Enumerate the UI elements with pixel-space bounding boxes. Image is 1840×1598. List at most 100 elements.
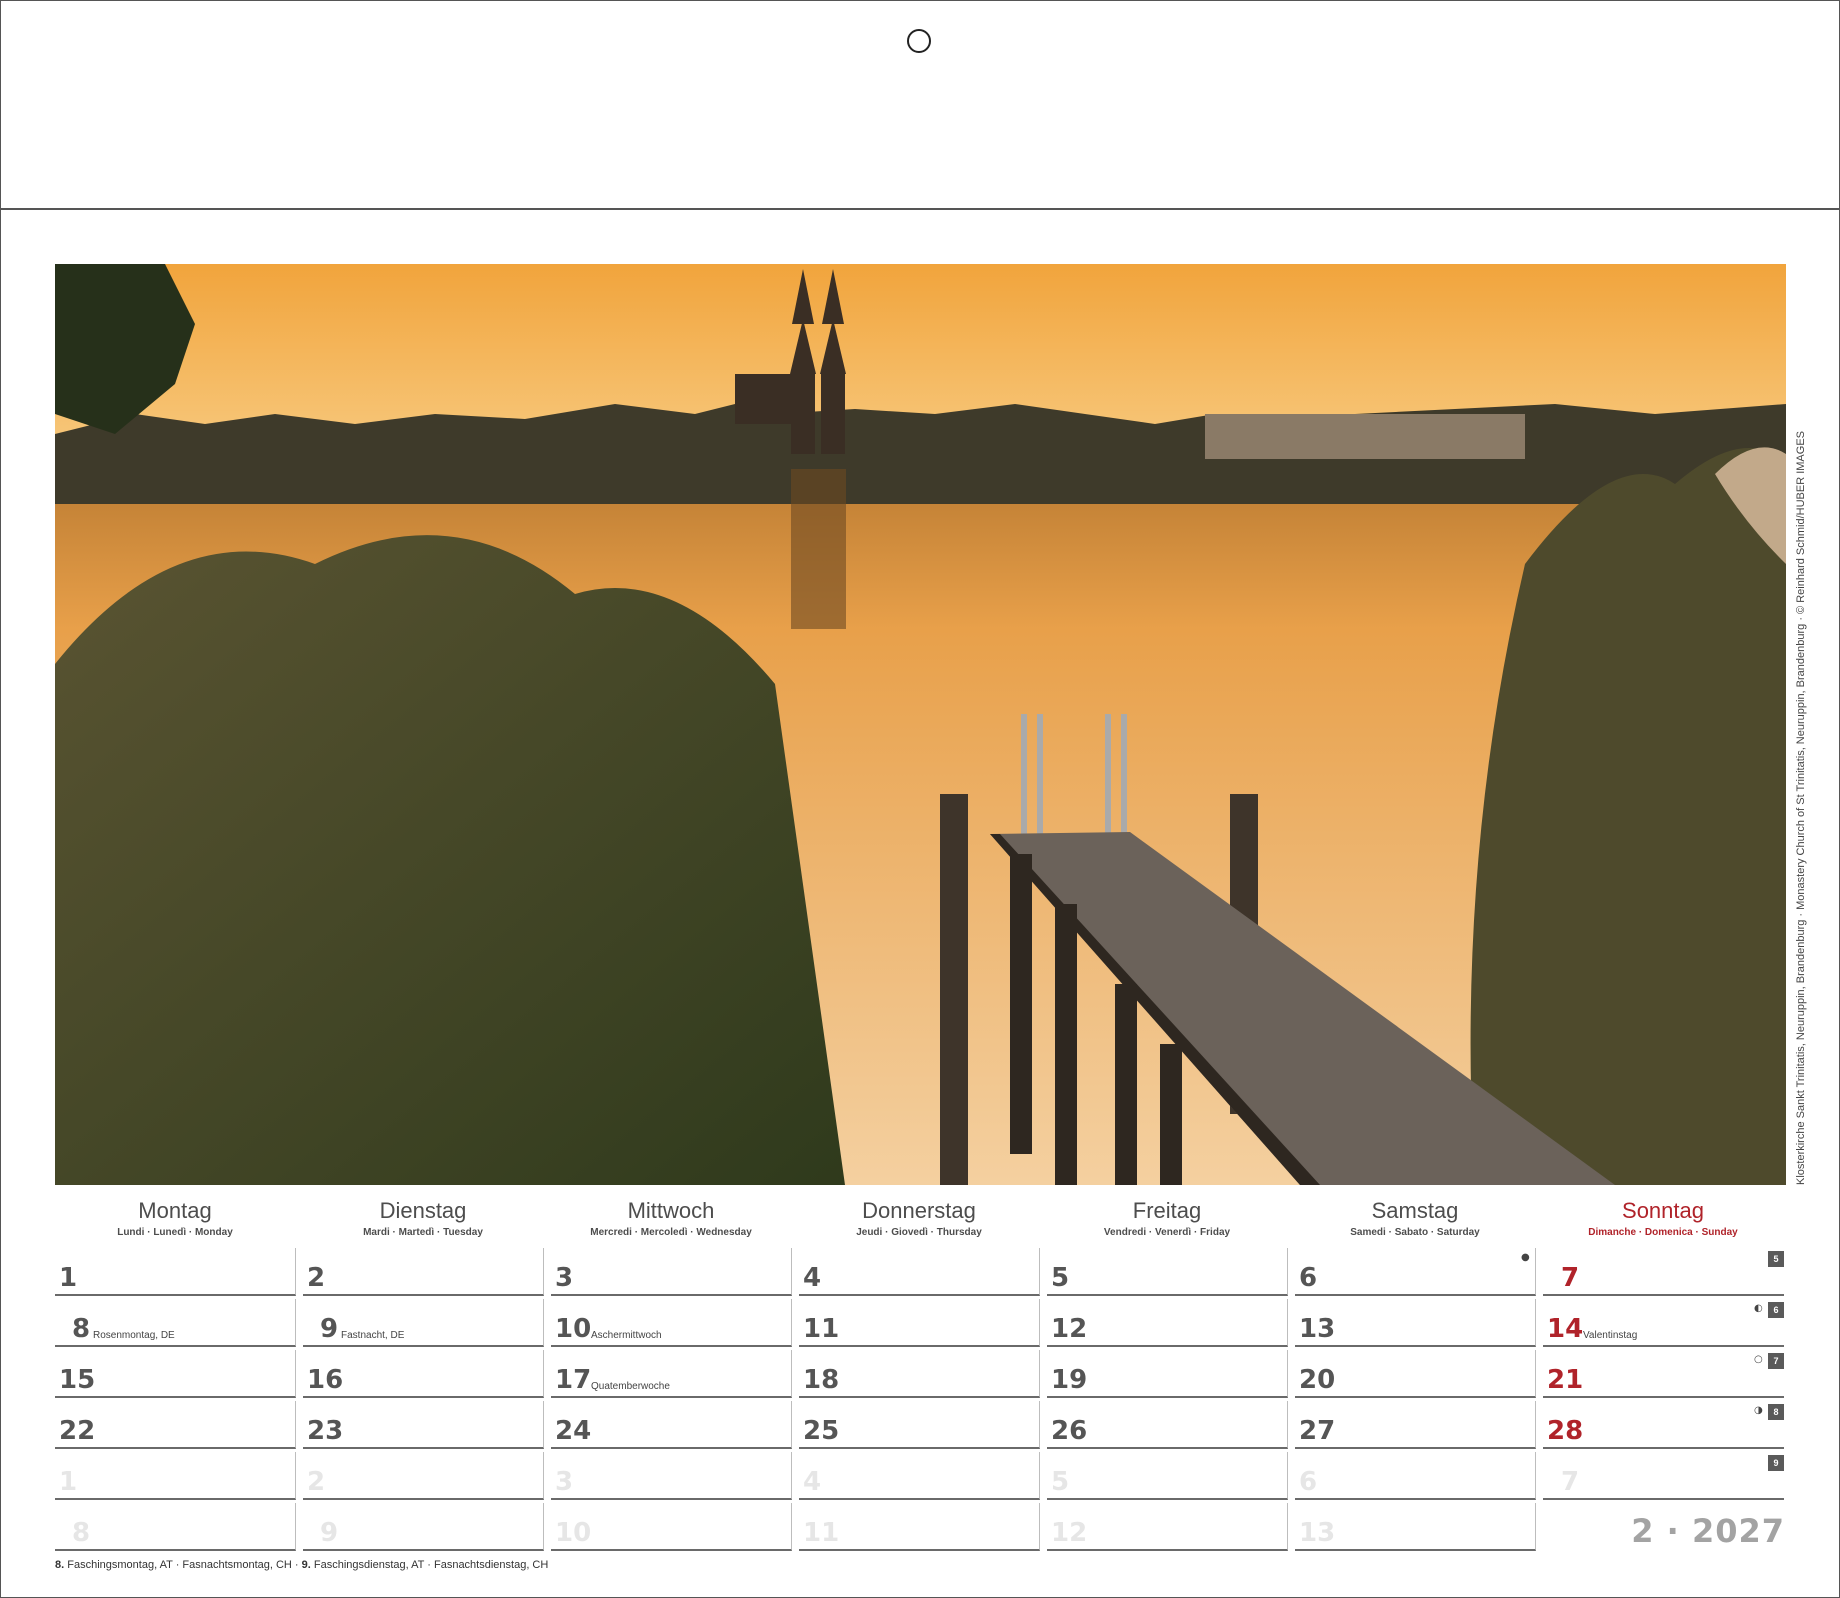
day-number: 11 bbox=[803, 1314, 840, 1344]
last-quarter-moon-icon: ◑ bbox=[1754, 1405, 1763, 1416]
day-number: 6 bbox=[1299, 1467, 1318, 1497]
day-cell-next-month: 79 bbox=[1543, 1452, 1784, 1500]
day-number: 7 bbox=[1561, 1467, 1580, 1497]
day-cell[interactable]: 28 ◑ 8 bbox=[1543, 1401, 1784, 1449]
day-cell-next-month: 8 bbox=[55, 1503, 296, 1551]
day-number: 9 bbox=[320, 1314, 339, 1344]
weekday-header-wednesday: Mittwoch Mercredi · Mercoledì · Wednesda… bbox=[551, 1196, 791, 1238]
day-cell-next-month: 2 bbox=[303, 1452, 544, 1500]
footnote-text: Faschingsmontag, AT bbox=[67, 1559, 173, 1571]
day-number: 26 bbox=[1051, 1416, 1088, 1446]
holiday-label: Quatemberwoche bbox=[591, 1381, 670, 1392]
day-cell-next-month: 3 bbox=[551, 1452, 792, 1500]
weekday-name: Donnerstag bbox=[862, 1198, 976, 1223]
new-moon-icon: ● bbox=[1521, 1252, 1530, 1263]
day-number: 8 bbox=[72, 1518, 91, 1548]
day-cell[interactable]: 2 bbox=[303, 1248, 544, 1296]
day-cell[interactable]: 15 bbox=[55, 1350, 296, 1398]
weekday-header-saturday: Samstag Samedi · Sabato · Saturday bbox=[1295, 1196, 1535, 1238]
day-number: 22 bbox=[59, 1416, 96, 1446]
weekday-translations: Dimanche · Domenica · Sunday bbox=[1588, 1227, 1738, 1238]
day-cell[interactable]: 11 bbox=[799, 1299, 1040, 1347]
weekday-name: Sonntag bbox=[1622, 1198, 1704, 1223]
day-number: 16 bbox=[307, 1365, 344, 1395]
day-number: 1 bbox=[59, 1263, 78, 1293]
day-cell[interactable]: 10 Aschermittwoch bbox=[551, 1299, 792, 1347]
day-number: 10 bbox=[555, 1518, 592, 1548]
day-number: 24 bbox=[555, 1416, 592, 1446]
day-number: 19 bbox=[1051, 1365, 1088, 1395]
day-number: 3 bbox=[555, 1467, 574, 1497]
day-cell-next-month: 4 bbox=[799, 1452, 1040, 1500]
day-cell[interactable]: 14 Valentinstag ◐ 6 bbox=[1543, 1299, 1784, 1347]
day-number: 28 bbox=[1547, 1416, 1584, 1446]
day-cell[interactable]: 75 bbox=[1543, 1248, 1784, 1296]
weekday-translations: Mercredi · Mercoledì · Wednesday bbox=[590, 1227, 752, 1238]
day-cell-next-month: 12 bbox=[1047, 1503, 1288, 1551]
full-moon-icon: ○ bbox=[1754, 1354, 1763, 1365]
footnote-separator: · bbox=[427, 1559, 431, 1571]
day-cell[interactable]: 18 bbox=[799, 1350, 1040, 1398]
weekday-name: Freitag bbox=[1132, 1198, 1202, 1223]
day-number: 4 bbox=[803, 1467, 822, 1497]
photo-credit: Klosterkirche Sankt Trinitatis, Neuruppi… bbox=[1795, 431, 1807, 1185]
weekday-name: Dienstag bbox=[379, 1198, 467, 1223]
hanging-hole bbox=[907, 29, 931, 53]
day-cell[interactable]: 3 bbox=[551, 1248, 792, 1296]
footnote-text: Fasnachtsmontag, CH bbox=[182, 1559, 292, 1571]
weekday-translations: Vendredi · Venerdì · Friday bbox=[1103, 1227, 1231, 1238]
day-number: 14 bbox=[1547, 1314, 1584, 1344]
day-number: 13 bbox=[1299, 1518, 1336, 1548]
day-number: 8 bbox=[72, 1314, 91, 1344]
day-cell-next-month: 10 bbox=[551, 1503, 792, 1551]
day-number: 4 bbox=[803, 1263, 822, 1293]
weekday-header-sunday: Sonntag Dimanche · Domenica · Sunday bbox=[1543, 1196, 1783, 1238]
day-cell-next-month: 11 bbox=[799, 1503, 1040, 1551]
footnote-text: Fasnachtsdienstag, CH bbox=[433, 1559, 549, 1571]
week-number-badge: 8 bbox=[1768, 1404, 1784, 1420]
day-cell[interactable]: 4 bbox=[799, 1248, 1040, 1296]
day-number: 2 bbox=[307, 1263, 326, 1293]
day-number: 5 bbox=[1051, 1263, 1070, 1293]
day-cell[interactable]: 13 bbox=[1295, 1299, 1536, 1347]
day-cell[interactable]: 24 bbox=[551, 1401, 792, 1449]
day-number: 6 bbox=[1299, 1263, 1318, 1293]
day-cell[interactable]: 16 bbox=[303, 1350, 544, 1398]
day-cell[interactable]: 6 ● bbox=[1295, 1248, 1536, 1296]
calendar-photo bbox=[55, 264, 1786, 1185]
day-number: 12 bbox=[1051, 1518, 1088, 1548]
day-cell[interactable]: 17 Quatemberwoche bbox=[551, 1350, 792, 1398]
day-cell[interactable]: 21 ○ 7 bbox=[1543, 1350, 1784, 1398]
week-number-badge: 7 bbox=[1768, 1353, 1784, 1369]
weekday-name: Montag bbox=[138, 1198, 212, 1223]
day-cell[interactable]: 27 bbox=[1295, 1401, 1536, 1449]
day-cell[interactable]: 5 bbox=[1047, 1248, 1288, 1296]
day-cell[interactable]: 12 bbox=[1047, 1299, 1288, 1347]
week-number-badge: 5 bbox=[1768, 1251, 1784, 1267]
day-number: 11 bbox=[803, 1518, 840, 1548]
day-cell[interactable]: 23 bbox=[303, 1401, 544, 1449]
day-cell-next-month: 1 bbox=[55, 1452, 296, 1500]
day-number: 27 bbox=[1299, 1416, 1336, 1446]
day-cell[interactable]: 19 bbox=[1047, 1350, 1288, 1398]
day-cell[interactable]: 20 bbox=[1295, 1350, 1536, 1398]
day-cell[interactable]: 26 bbox=[1047, 1401, 1288, 1449]
holiday-footnote: 8. Faschingsmontag, AT · Fasnachtsmontag… bbox=[55, 1559, 548, 1571]
footnote-separator: · bbox=[175, 1559, 180, 1571]
holiday-label: Aschermittwoch bbox=[591, 1330, 662, 1341]
holiday-label: Fastnacht, DE bbox=[341, 1330, 405, 1341]
day-number: 1 bbox=[59, 1467, 78, 1497]
day-cell[interactable]: 1 bbox=[55, 1248, 296, 1296]
weekday-translations: Lundi · Lunedì · Monday bbox=[117, 1227, 233, 1238]
day-cell[interactable]: 9 Fastnacht, DE bbox=[303, 1299, 544, 1347]
day-cell[interactable]: 25 bbox=[799, 1401, 1040, 1449]
day-number: 7 bbox=[1561, 1263, 1580, 1293]
day-cell-next-month: 5 bbox=[1047, 1452, 1288, 1500]
hang-strip-divider bbox=[0, 208, 1840, 210]
weekday-header-monday: Montag Lundi · Lunedì · Monday bbox=[55, 1196, 295, 1238]
day-cell[interactable]: 8 Rosenmontag, DE bbox=[55, 1299, 296, 1347]
weekday-header-friday: Freitag Vendredi · Venerdì · Friday bbox=[1047, 1196, 1287, 1238]
day-number: 15 bbox=[59, 1365, 96, 1395]
day-number: 18 bbox=[803, 1365, 840, 1395]
day-cell[interactable]: 22 bbox=[55, 1401, 296, 1449]
